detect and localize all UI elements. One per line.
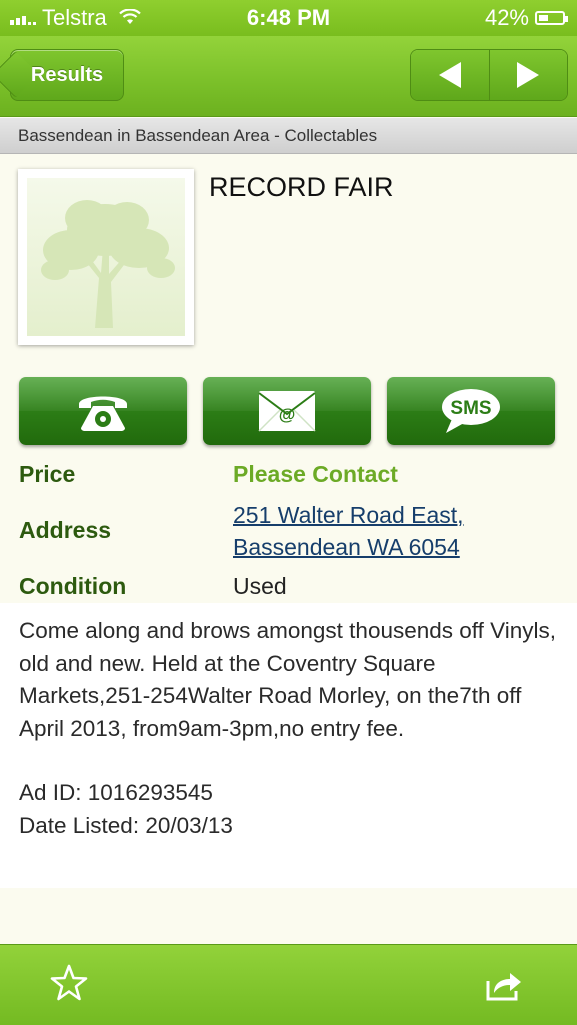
description-panel: Come along and brows amongst thousends o…: [0, 603, 577, 888]
call-button[interactable]: [19, 377, 187, 445]
left-arrow-icon: [438, 62, 461, 88]
favorite-button[interactable]: [49, 963, 89, 1010]
star-icon: [50, 964, 88, 1001]
envelope-icon: @: [258, 391, 316, 432]
ad-id: Ad ID: 1016293545: [19, 780, 213, 805]
share-icon: [486, 973, 521, 1001]
tree-placeholder-icon: [41, 200, 175, 328]
price-value: Please Contact: [233, 461, 398, 487]
battery-percent: 42%: [484, 5, 529, 30]
address-label: Address: [19, 517, 112, 543]
condition-value: Used: [233, 573, 287, 599]
speech-bubble-icon: SMS: [442, 389, 500, 433]
sms-button[interactable]: SMS: [387, 377, 555, 445]
condition-label: Condition: [19, 573, 127, 599]
bottom-toolbar: [0, 944, 577, 1025]
address-line-1: 251 Walter Road East,: [233, 502, 464, 528]
phone-icon: [79, 396, 127, 431]
address-line-2: Bassendean WA 6054: [233, 534, 460, 560]
email-button[interactable]: @: [203, 377, 371, 445]
next-listing-button[interactable]: [488, 50, 567, 100]
listing-thumbnail[interactable]: [18, 169, 194, 345]
share-button[interactable]: [486, 969, 522, 1001]
svg-text:@: @: [279, 405, 296, 424]
address-link[interactable]: 251 Walter Road East, Bassendean WA 6054: [233, 499, 464, 563]
date-listed: Date Listed: 20/03/13: [19, 812, 233, 838]
status-bar: Telstra 6:48 PM 42%: [0, 0, 577, 36]
battery-status: 42%: [484, 5, 568, 31]
description-text: Come along and brows amongst thousends o…: [19, 618, 556, 741]
price-label: Price: [19, 461, 76, 487]
listing-pager: [410, 49, 568, 101]
back-to-results-button[interactable]: Results: [10, 49, 124, 101]
back-button-label: Results: [30, 63, 104, 86]
previous-listing-button[interactable]: [411, 50, 489, 100]
category-breadcrumb: Bassendean in Bassendean Area - Collecta…: [0, 118, 577, 154]
battery-icon: [535, 11, 568, 25]
navigation-bar: Results: [0, 36, 577, 117]
right-arrow-icon: [517, 62, 540, 88]
sms-label: SMS: [450, 398, 491, 419]
listing-title: RECORD FAIR: [209, 172, 394, 202]
